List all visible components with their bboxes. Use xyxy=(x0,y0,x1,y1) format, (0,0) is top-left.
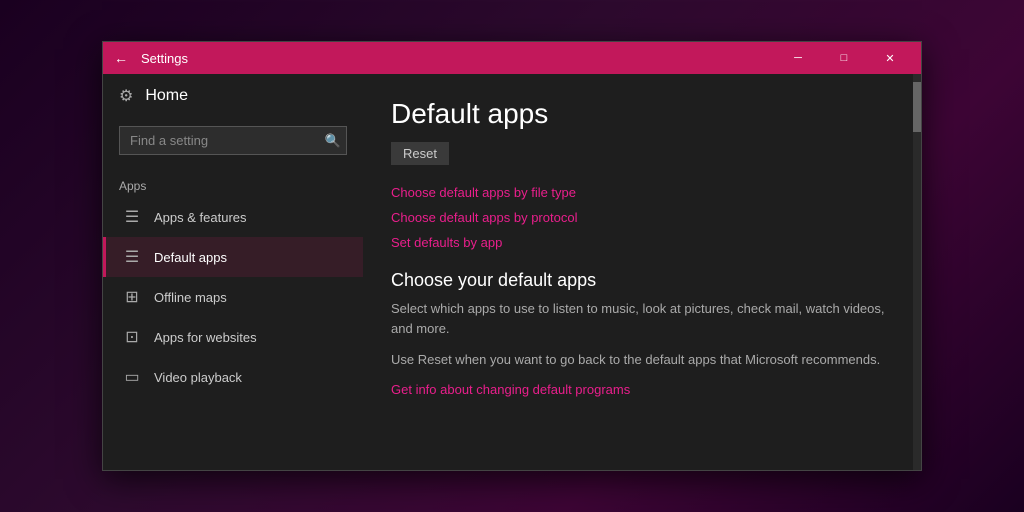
search-icon[interactable]: 🔍 xyxy=(325,133,341,149)
choose-title: Choose your default apps xyxy=(391,270,885,291)
page-title: Default apps xyxy=(391,98,885,130)
content-area: ⚙ Home 🔍 Apps ☰ Apps & features ☰ Defaul… xyxy=(103,74,921,470)
scrollbar-track[interactable] xyxy=(913,74,921,470)
apps-websites-icon: ⊡ xyxy=(122,327,142,347)
close-button[interactable]: ✕ xyxy=(867,42,913,74)
reset-button[interactable]: Reset xyxy=(391,142,449,165)
titlebar: ← Settings ─ □ ✕ xyxy=(103,42,921,74)
sidebar-item-apps-websites[interactable]: ⊡ Apps for websites xyxy=(103,317,363,357)
main-wrapper: Default apps Reset Choose default apps b… xyxy=(363,74,921,470)
get-info-link[interactable]: Get info about changing default programs xyxy=(391,382,885,397)
maximize-button[interactable]: □ xyxy=(821,42,867,74)
home-nav-item[interactable]: ⚙ Home xyxy=(103,74,363,118)
file-type-link[interactable]: Choose default apps by file type xyxy=(391,185,885,200)
home-label: Home xyxy=(145,87,188,105)
protocol-link[interactable]: Choose default apps by protocol xyxy=(391,210,885,225)
sidebar-item-apps-features[interactable]: ☰ Apps & features xyxy=(103,197,363,237)
home-icon: ⚙ xyxy=(119,86,133,106)
titlebar-controls: ─ □ ✕ xyxy=(775,42,913,74)
sidebar: ⚙ Home 🔍 Apps ☰ Apps & features ☰ Defaul… xyxy=(103,74,363,470)
search-input[interactable] xyxy=(119,126,347,155)
choose-desc: Select which apps to use to listen to mu… xyxy=(391,299,885,338)
default-apps-icon: ☰ xyxy=(122,247,142,267)
default-apps-label: Default apps xyxy=(154,250,227,265)
scrollbar-thumb[interactable] xyxy=(913,82,921,132)
apps-websites-label: Apps for websites xyxy=(154,330,257,345)
offline-maps-icon: ⊞ xyxy=(122,287,142,307)
back-button[interactable]: ← xyxy=(111,50,131,66)
apps-features-label: Apps & features xyxy=(154,210,247,225)
reset-desc: Use Reset when you want to go back to th… xyxy=(391,350,885,370)
settings-window: ← Settings ─ □ ✕ ⚙ Home 🔍 Apps ☰ Apps & … xyxy=(102,41,922,471)
set-defaults-link[interactable]: Set defaults by app xyxy=(391,235,885,250)
apps-section-label: Apps xyxy=(103,171,363,197)
search-box: 🔍 xyxy=(119,126,347,155)
main-inner: Default apps Reset Choose default apps b… xyxy=(363,74,913,470)
sidebar-item-video-playback[interactable]: ▭ Video playback xyxy=(103,357,363,397)
main-content: Default apps Reset Choose default apps b… xyxy=(363,74,913,470)
sidebar-item-default-apps[interactable]: ☰ Default apps xyxy=(103,237,363,277)
video-playback-icon: ▭ xyxy=(122,367,142,387)
offline-maps-label: Offline maps xyxy=(154,290,227,305)
minimize-button[interactable]: ─ xyxy=(775,42,821,74)
sidebar-item-offline-maps[interactable]: ⊞ Offline maps xyxy=(103,277,363,317)
titlebar-title: Settings xyxy=(141,51,775,66)
video-playback-label: Video playback xyxy=(154,370,242,385)
apps-features-icon: ☰ xyxy=(122,207,142,227)
